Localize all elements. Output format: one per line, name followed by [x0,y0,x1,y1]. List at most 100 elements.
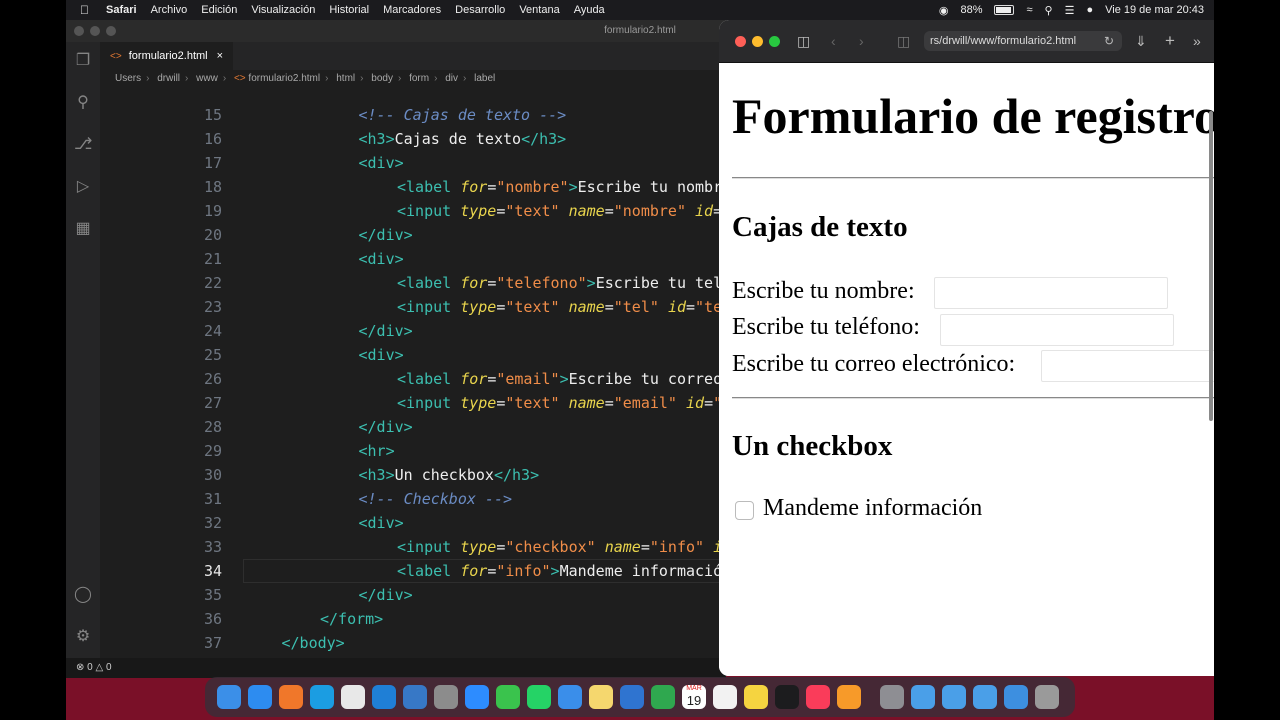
code-line[interactable]: <!-- Cajas de texto --> [359,103,567,127]
screenshot-icon[interactable] [434,685,458,709]
crumb-div[interactable]: div [445,73,458,84]
appletv-icon[interactable] [775,685,799,709]
menu-clock[interactable]: Vie 19 de mar 20:43 [1105,4,1204,16]
code-line[interactable]: <input type="text" name="nombre" id="nom… [397,199,726,223]
minimize-dot[interactable] [752,36,763,47]
telefono-input[interactable] [940,314,1174,346]
crumb-drwill[interactable]: drwill [157,73,180,84]
notes-icon[interactable] [589,685,613,709]
crumb-label[interactable]: label [474,73,495,84]
address-bar[interactable]: rs/drwill/www/formulario2.html [924,31,1122,51]
code-line[interactable]: <label for="email">Escribe tu correo ele… [397,367,726,391]
messages-icon[interactable] [496,685,520,709]
code-line[interactable]: <div> [359,247,404,271]
code-line[interactable]: <!-- Checkbox --> [359,487,513,511]
code-folder-icon[interactable] [942,685,966,709]
code-line[interactable]: </div> [359,319,413,343]
firefox-icon[interactable] [279,685,303,709]
close-dot[interactable] [74,26,84,36]
code-line[interactable]: </div> [359,415,413,439]
gear-icon[interactable]: ⚙ [74,628,92,646]
menu-desarrollo[interactable]: Desarrollo [448,4,512,16]
zoom-dot[interactable] [769,36,780,47]
nombre-input[interactable] [934,277,1168,309]
tab-formulario2[interactable]: <> formulario2.html × [100,42,234,70]
code-line[interactable]: <div> [359,511,404,535]
control-center-icon[interactable]: ☰ [1065,4,1075,17]
account-icon[interactable]: ◯ [74,586,92,604]
battery-icon[interactable] [994,5,1015,15]
code-line[interactable]: </div> [359,223,413,247]
reminders-icon[interactable] [713,685,737,709]
code-line[interactable]: <input type="text" name="tel" id="tel"> [397,295,726,319]
code-line[interactable]: <h3>Cajas de texto</h3> [359,127,567,151]
chrome-icon[interactable] [341,685,365,709]
downloads-icon[interactable]: ⇓ [1135,32,1147,50]
scrollbar[interactable] [1209,111,1213,421]
books-icon[interactable] [837,685,861,709]
crumb-html[interactable]: html [336,73,355,84]
close-dot[interactable] [735,36,746,47]
finder-icon[interactable] [217,685,241,709]
crumb-users[interactable]: Users [115,73,141,84]
safari-icon[interactable] [248,685,272,709]
search-icon[interactable]: ⚲ [74,94,92,112]
crumb-www[interactable]: www [196,73,218,84]
code-line[interactable]: <div> [359,151,404,175]
app-menu[interactable]: Safari [99,4,144,16]
mail-icon[interactable] [558,685,582,709]
run-debug-icon[interactable]: ▷ [74,178,92,196]
crumb-file[interactable]: formulario2.html [248,73,320,84]
code-editor[interactable]: 15 <!-- Cajas de texto --> 16 <h3>Cajas de … [100,88,726,658]
numbers-icon[interactable] [651,685,675,709]
code-line[interactable]: <label for="info">Mandeme información</l… [397,559,726,583]
explorer-icon[interactable]: ❐ [74,52,92,70]
code-line[interactable]: <input type="checkbox" name="info" id="i… [397,535,726,559]
forward-icon[interactable]: › [859,32,864,50]
settings-icon[interactable] [880,685,904,709]
code-line[interactable]: <hr> [359,439,395,463]
siri-icon[interactable]: ● [1086,4,1093,16]
menu-visualizacion[interactable]: Visualización [244,4,322,16]
xcode-icon[interactable] [403,685,427,709]
zoom-icon[interactable] [465,685,489,709]
label-email[interactable]: Escribe tu correo electrónico: [732,351,1015,378]
trash-icon[interactable] [1035,685,1059,709]
keynote-icon[interactable] [620,685,644,709]
code-line[interactable]: <input type="text" name="email" id="emai… [397,391,726,415]
reload-icon[interactable]: ↻ [1104,32,1114,50]
apple-menu-icon[interactable]:  [66,3,99,17]
wifi-icon[interactable]: ≈ [1026,4,1032,16]
menu-historial[interactable]: Historial [322,4,376,16]
label-nombre[interactable]: Escribe tu nombre: [732,278,915,305]
error-icon[interactable]: ⊗ [76,662,84,673]
menu-edicion[interactable]: Edición [194,4,244,16]
privacy-shield-icon[interactable]: ◫ [897,32,910,50]
back-icon[interactable]: ‹ [831,32,836,50]
code-line[interactable]: <label for="telefono">Escribe tu teléfon… [397,271,726,295]
code-line[interactable]: </form> [320,607,383,631]
code-line[interactable]: </div> [359,583,413,607]
crumb-form[interactable]: form [409,73,429,84]
vscode-icon[interactable] [372,685,396,709]
edge-icon[interactable] [310,685,334,709]
source-control-icon[interactable]: ⎇ [74,136,92,154]
downloads-folder-icon[interactable] [911,685,935,709]
notes-yellow-icon[interactable] [744,685,768,709]
calendar-icon[interactable]: MAR 19 [682,685,706,709]
menu-marcadores[interactable]: Marcadores [376,4,448,16]
info-checkbox[interactable] [735,501,754,520]
code-line[interactable]: </body> [282,631,345,655]
music-icon[interactable] [806,685,830,709]
menu-ayuda[interactable]: Ayuda [567,4,612,16]
checkbox-label[interactable]: Mandeme información [763,495,982,522]
whatsapp-icon[interactable] [527,685,551,709]
zoom-dot[interactable] [106,26,116,36]
code-line[interactable]: <h3>Un checkbox</h3> [359,463,540,487]
email-input[interactable] [1041,350,1214,382]
menu-archivo[interactable]: Archivo [144,4,195,16]
overflow-icon[interactable]: » [1193,32,1201,50]
label-telefono[interactable]: Escribe tu teléfono: [732,314,920,341]
documents-folder-icon[interactable] [973,685,997,709]
close-icon[interactable]: × [217,50,223,62]
